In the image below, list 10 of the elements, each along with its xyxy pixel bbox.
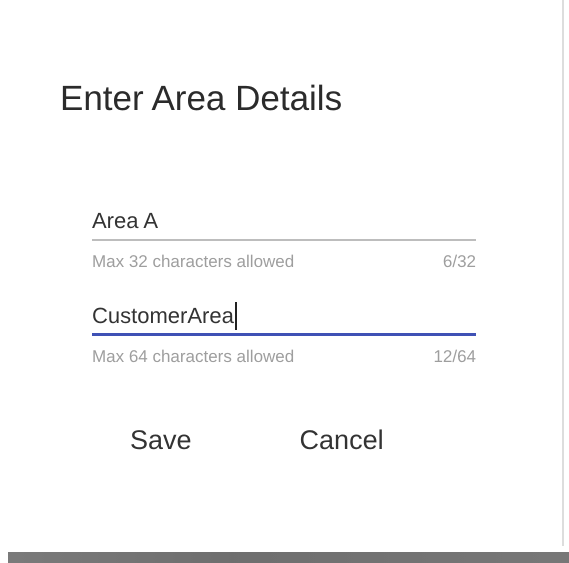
- text-cursor: [234, 302, 237, 330]
- character-counter: 12/64: [433, 347, 476, 367]
- field-value: Area A: [92, 208, 158, 234]
- field-value: CustomerArea: [92, 302, 234, 328]
- input-field[interactable]: CustomerArea: [92, 292, 476, 336]
- character-counter: 6/32: [442, 252, 476, 272]
- field-hint: Max 32 characters allowed: [92, 252, 294, 272]
- input-field[interactable]: Area A: [92, 197, 476, 241]
- dialog-title: Enter Area Details: [60, 78, 344, 120]
- field-hint: Max 64 characters allowed: [92, 347, 294, 367]
